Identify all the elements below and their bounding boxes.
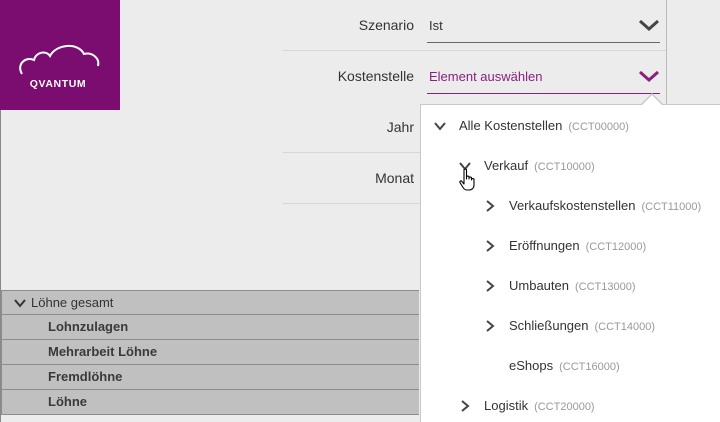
tree-item-code: (CCT11000) [641,201,702,213]
group-header-label: Löhne gesamt [31,295,114,310]
chevron-down-icon[interactable] [434,120,446,132]
chevron-right-icon[interactable] [484,240,496,252]
select-value: Ist [429,18,443,33]
kostenstelle-select[interactable]: Element auswählen [427,61,660,94]
cloud-logo-icon [19,45,100,75]
tree-item-label: Schließungen [509,318,589,333]
tree-item-label: Logistik [484,398,529,413]
szenario-select[interactable]: Ist [427,10,660,43]
tree-item-label: Verkaufskostenstellen [509,198,636,213]
chevron-down-icon[interactable] [638,17,660,33]
chevron-down-icon[interactable] [14,298,26,308]
filter-row-jahr: Jahr [283,102,420,153]
filter-row-szenario: Szenario Ist [283,0,666,51]
divider [666,0,667,104]
tree-item-code: (CCT14000) [594,321,656,333]
tree-item-code: (CCT00000) [568,121,629,133]
group-row[interactable]: Fremdlöhne [1,365,419,390]
tree-item-code: (CCT12000) [585,241,647,253]
logo: QVANTUM [0,0,120,110]
tree-item-code: (CCT20000) [534,401,595,413]
select-placeholder: Element auswählen [429,69,543,84]
filter-row-kostenstelle: Kostenstelle Element auswählen [283,51,666,102]
group-row[interactable]: Mehrarbeit Löhne [1,340,419,365]
tree-item-label: Eröffnungen [509,238,580,253]
group-header-loehne-gesamt[interactable]: Löhne gesamt [1,290,419,315]
tree-item-code: (CCT10000) [534,161,595,173]
filter-label: Szenario [358,17,414,33]
tree-item-label: eShops [509,358,554,373]
chevron-right-icon[interactable] [484,280,496,292]
chevron-right-icon[interactable] [459,400,471,412]
tree-item-code: (CCT16000) [559,361,620,373]
filter-row-monat: Monat [283,153,420,204]
logo-text: QVANTUM [29,78,87,90]
chevron-down-icon[interactable] [638,68,660,84]
chevron-right-icon[interactable] [484,200,496,212]
filter-label: Jahr [386,119,414,135]
group-row[interactable]: Löhne [1,390,419,415]
group-table: Löhne gesamt Lohnzulagen Mehrarbeit Löhn… [1,290,419,415]
group-row[interactable]: Lohnzulagen [1,315,419,340]
chevron-right-icon[interactable] [484,320,496,332]
tree-item-code: (CCT13000) [574,281,636,293]
tree-item-label: Verkauf [484,158,529,173]
tree-item-label: Umbauten [509,278,569,293]
tree-item-label: Alle Kostenstellen [459,118,563,133]
hand-cursor-icon [459,168,475,191]
dropdown-caret-inner [642,95,662,105]
filter-label: Kostenstelle [337,68,414,84]
filter-label: Monat [375,170,414,186]
